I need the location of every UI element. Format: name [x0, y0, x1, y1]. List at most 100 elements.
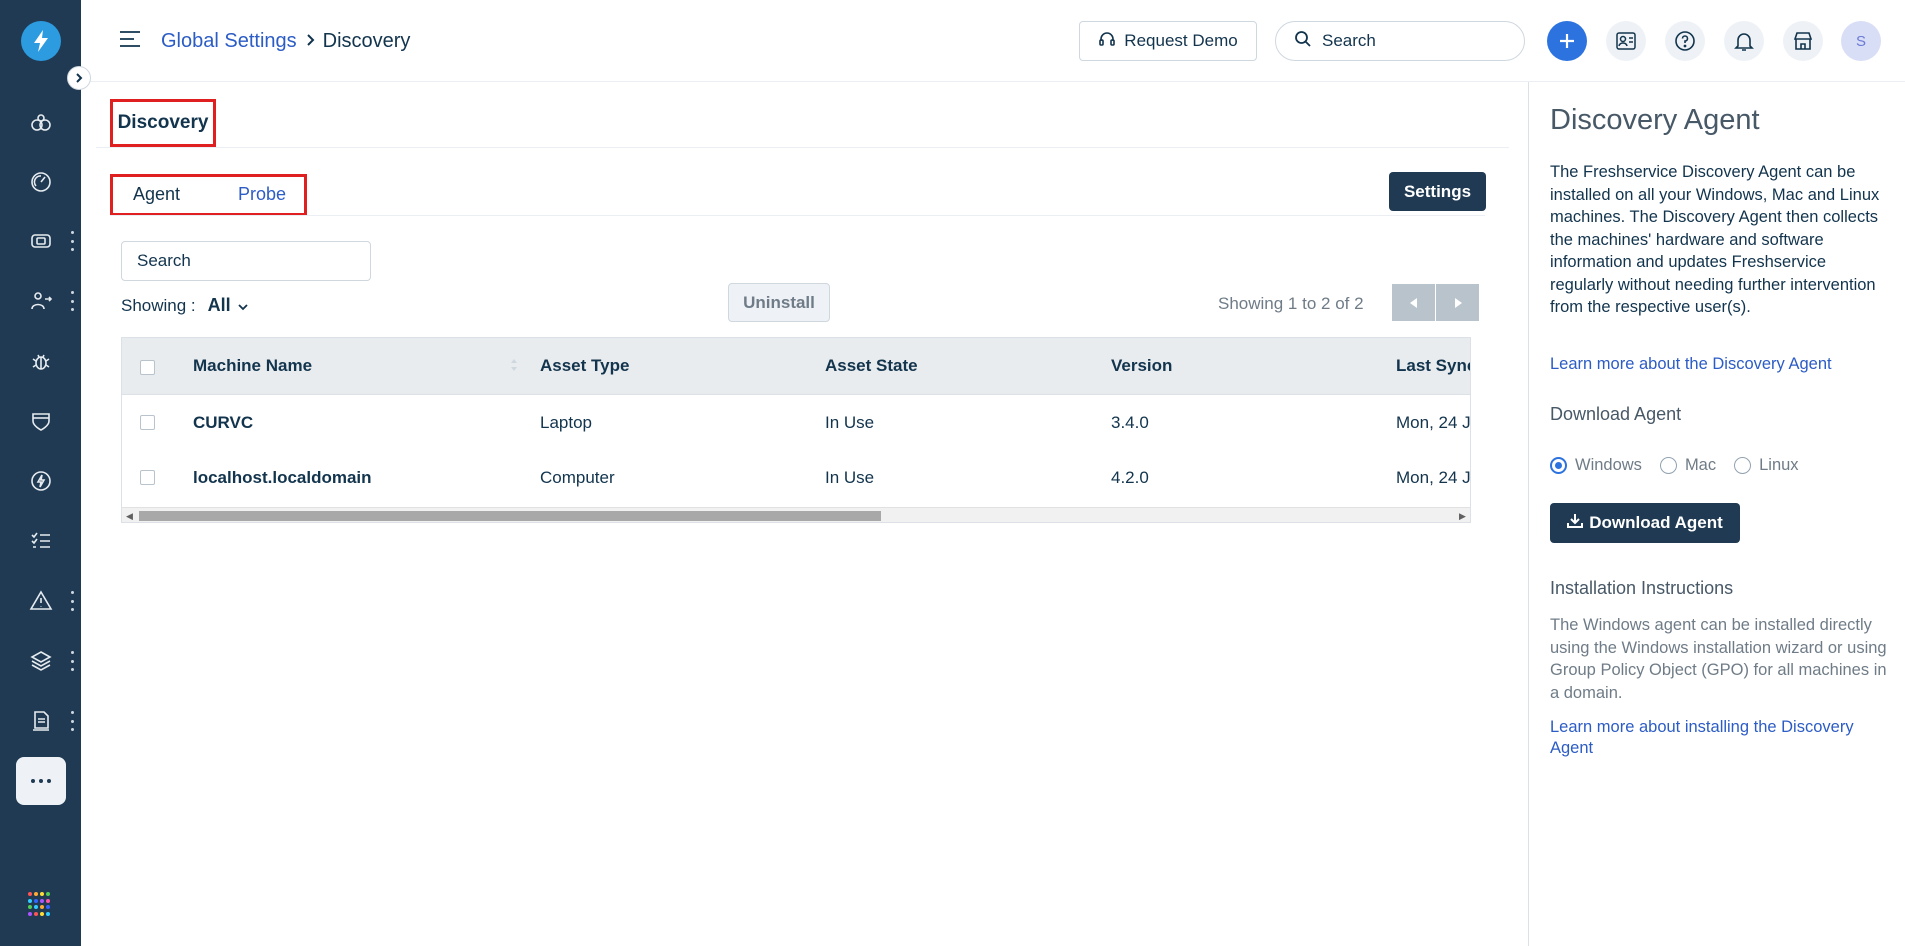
- radio-button[interactable]: [1734, 457, 1752, 474]
- os-radio-group: Windows Mac Linux: [1550, 456, 1799, 475]
- add-new-button[interactable]: [1547, 21, 1587, 61]
- installation-heading: Installation Instructions: [1550, 578, 1734, 598]
- select-all-checkbox[interactable]: [140, 360, 155, 375]
- marketplace-store-icon[interactable]: [1783, 21, 1823, 61]
- breadcrumb-separator-icon: [305, 30, 315, 53]
- lightning-icon[interactable]: [24, 464, 58, 498]
- cell-last-sync: Mon, 24 Ju: [1396, 468, 1471, 487]
- sidebar-expand-icon[interactable]: [67, 66, 91, 90]
- warning-menu-dots[interactable]: [68, 591, 76, 611]
- row-checkbox[interactable]: [140, 415, 155, 430]
- help-icon[interactable]: [1665, 21, 1705, 61]
- scroll-right-icon[interactable]: ▶: [1459, 511, 1466, 522]
- chevron-down-icon: [237, 296, 249, 316]
- radio-label: Windows: [1575, 456, 1642, 474]
- scrollbar-thumb[interactable]: [139, 511, 881, 521]
- panel-description: The Freshservice Discovery Agent can be …: [1550, 163, 1880, 316]
- shield-icon[interactable]: [24, 404, 58, 438]
- breadcrumb-global-settings[interactable]: Global Settings: [161, 30, 297, 53]
- document-icon[interactable]: [24, 704, 58, 738]
- cell-version: 3.4.0: [1111, 413, 1149, 432]
- ticket-icon[interactable]: [24, 224, 58, 258]
- learn-more-agent-link[interactable]: Learn more about the Discovery Agent: [1550, 355, 1832, 374]
- apps-grid-icon[interactable]: [28, 892, 52, 916]
- global-search-placeholder: Search: [1322, 31, 1376, 50]
- cell-asset-state: In Use: [825, 413, 875, 432]
- cell-asset-type: Laptop: [540, 413, 592, 432]
- tabs-divider: [110, 215, 1485, 216]
- showing-dropdown[interactable]: All: [208, 295, 249, 316]
- warning-icon[interactable]: [24, 584, 58, 618]
- download-agent-heading: Download Agent: [1550, 404, 1682, 424]
- radio-label: Linux: [1759, 456, 1799, 474]
- document-menu-dots[interactable]: [68, 711, 76, 731]
- cell-asset-state: In Use: [825, 468, 875, 487]
- ticket-menu-dots[interactable]: [68, 231, 76, 251]
- row-checkbox[interactable]: [140, 470, 155, 485]
- prev-page-button[interactable]: [1392, 284, 1435, 321]
- radio-button-selected[interactable]: [1550, 457, 1567, 474]
- pagination-range: Showing 1 to 2 of 2: [1218, 294, 1364, 313]
- download-icon: [1567, 513, 1584, 534]
- request-demo-button[interactable]: Request Demo: [1079, 21, 1257, 61]
- changes-icon[interactable]: [24, 284, 58, 318]
- column-header-machine-name[interactable]: Machine Name: [193, 356, 312, 376]
- menu-toggle-icon[interactable]: [119, 30, 141, 48]
- layers-icon[interactable]: [24, 644, 58, 678]
- notification-bell-icon[interactable]: [1724, 21, 1764, 61]
- column-header-asset-state[interactable]: Asset State: [825, 356, 918, 376]
- installation-text: The Windows agent can be installed direc…: [1550, 616, 1887, 702]
- panel-title: Discovery Agent: [1550, 104, 1760, 136]
- settings-button[interactable]: Settings: [1389, 172, 1486, 211]
- discovery-agent-panel: Discovery Agent The Freshservice Discove…: [1528, 82, 1905, 946]
- tab-agent[interactable]: Agent: [133, 184, 180, 205]
- column-header-last-sync[interactable]: Last Sync: [1396, 356, 1470, 376]
- next-page-button[interactable]: [1436, 284, 1479, 321]
- showing-filter: Showing : All: [121, 295, 249, 316]
- radio-linux[interactable]: Linux: [1734, 456, 1799, 475]
- layers-menu-dots[interactable]: [68, 651, 76, 671]
- breadcrumb: Global Settings Discovery: [161, 30, 410, 53]
- showing-value: All: [207, 295, 231, 315]
- column-header-asset-type[interactable]: Asset Type: [540, 356, 629, 376]
- scroll-left-icon[interactable]: ◀: [126, 511, 133, 522]
- contact-card-icon[interactable]: [1606, 21, 1646, 61]
- showing-label: Showing :: [121, 295, 196, 315]
- horizontal-scrollbar[interactable]: ◀ ▶: [122, 507, 1470, 522]
- uninstall-button[interactable]: Uninstall: [728, 283, 830, 322]
- cell-last-sync: Mon, 24 Ju: [1396, 413, 1471, 432]
- global-search-input[interactable]: Search: [1275, 21, 1525, 61]
- request-demo-label: Request Demo: [1124, 31, 1238, 50]
- table-header: Machine Name Asset Type Asset State Vers…: [122, 338, 1470, 395]
- download-agent-button[interactable]: Download Agent: [1550, 503, 1740, 543]
- cell-version: 4.2.0: [1111, 468, 1149, 487]
- table-search-input[interactable]: Search: [121, 241, 371, 281]
- agents-table: Machine Name Asset Type Asset State Vers…: [121, 337, 1471, 523]
- tab-probe[interactable]: Probe: [238, 184, 286, 205]
- breadcrumb-current: Discovery: [322, 30, 411, 52]
- radio-mac[interactable]: Mac: [1659, 456, 1716, 475]
- cell-machine-name[interactable]: CURVC: [193, 413, 253, 433]
- network-icon[interactable]: [24, 105, 58, 139]
- page-title: Discovery: [110, 99, 216, 147]
- changes-menu-dots[interactable]: [68, 291, 76, 311]
- column-header-version[interactable]: Version: [1111, 356, 1172, 376]
- freshservice-logo-icon[interactable]: [21, 21, 61, 61]
- pagination-controls: [1392, 284, 1479, 321]
- checklist-icon[interactable]: [24, 524, 58, 558]
- radio-windows[interactable]: Windows: [1550, 456, 1642, 475]
- left-sidebar: [0, 0, 81, 946]
- learn-more-install-link[interactable]: Learn more about installing the Discover…: [1550, 717, 1890, 759]
- bug-icon[interactable]: [24, 344, 58, 378]
- download-agent-label: Download Agent: [1589, 513, 1723, 532]
- more-icon[interactable]: [16, 757, 66, 805]
- headset-icon: [1098, 30, 1116, 53]
- title-divider: [96, 147, 1509, 148]
- dashboard-icon[interactable]: [24, 165, 58, 199]
- cell-asset-type: Computer: [540, 468, 615, 487]
- sort-icon[interactable]: [510, 357, 518, 378]
- user-avatar[interactable]: S: [1841, 21, 1881, 61]
- radio-button[interactable]: [1659, 457, 1677, 474]
- cell-machine-name[interactable]: localhost.localdomain: [193, 468, 372, 488]
- top-header: Global Settings Discovery Request Demo S…: [81, 0, 1905, 82]
